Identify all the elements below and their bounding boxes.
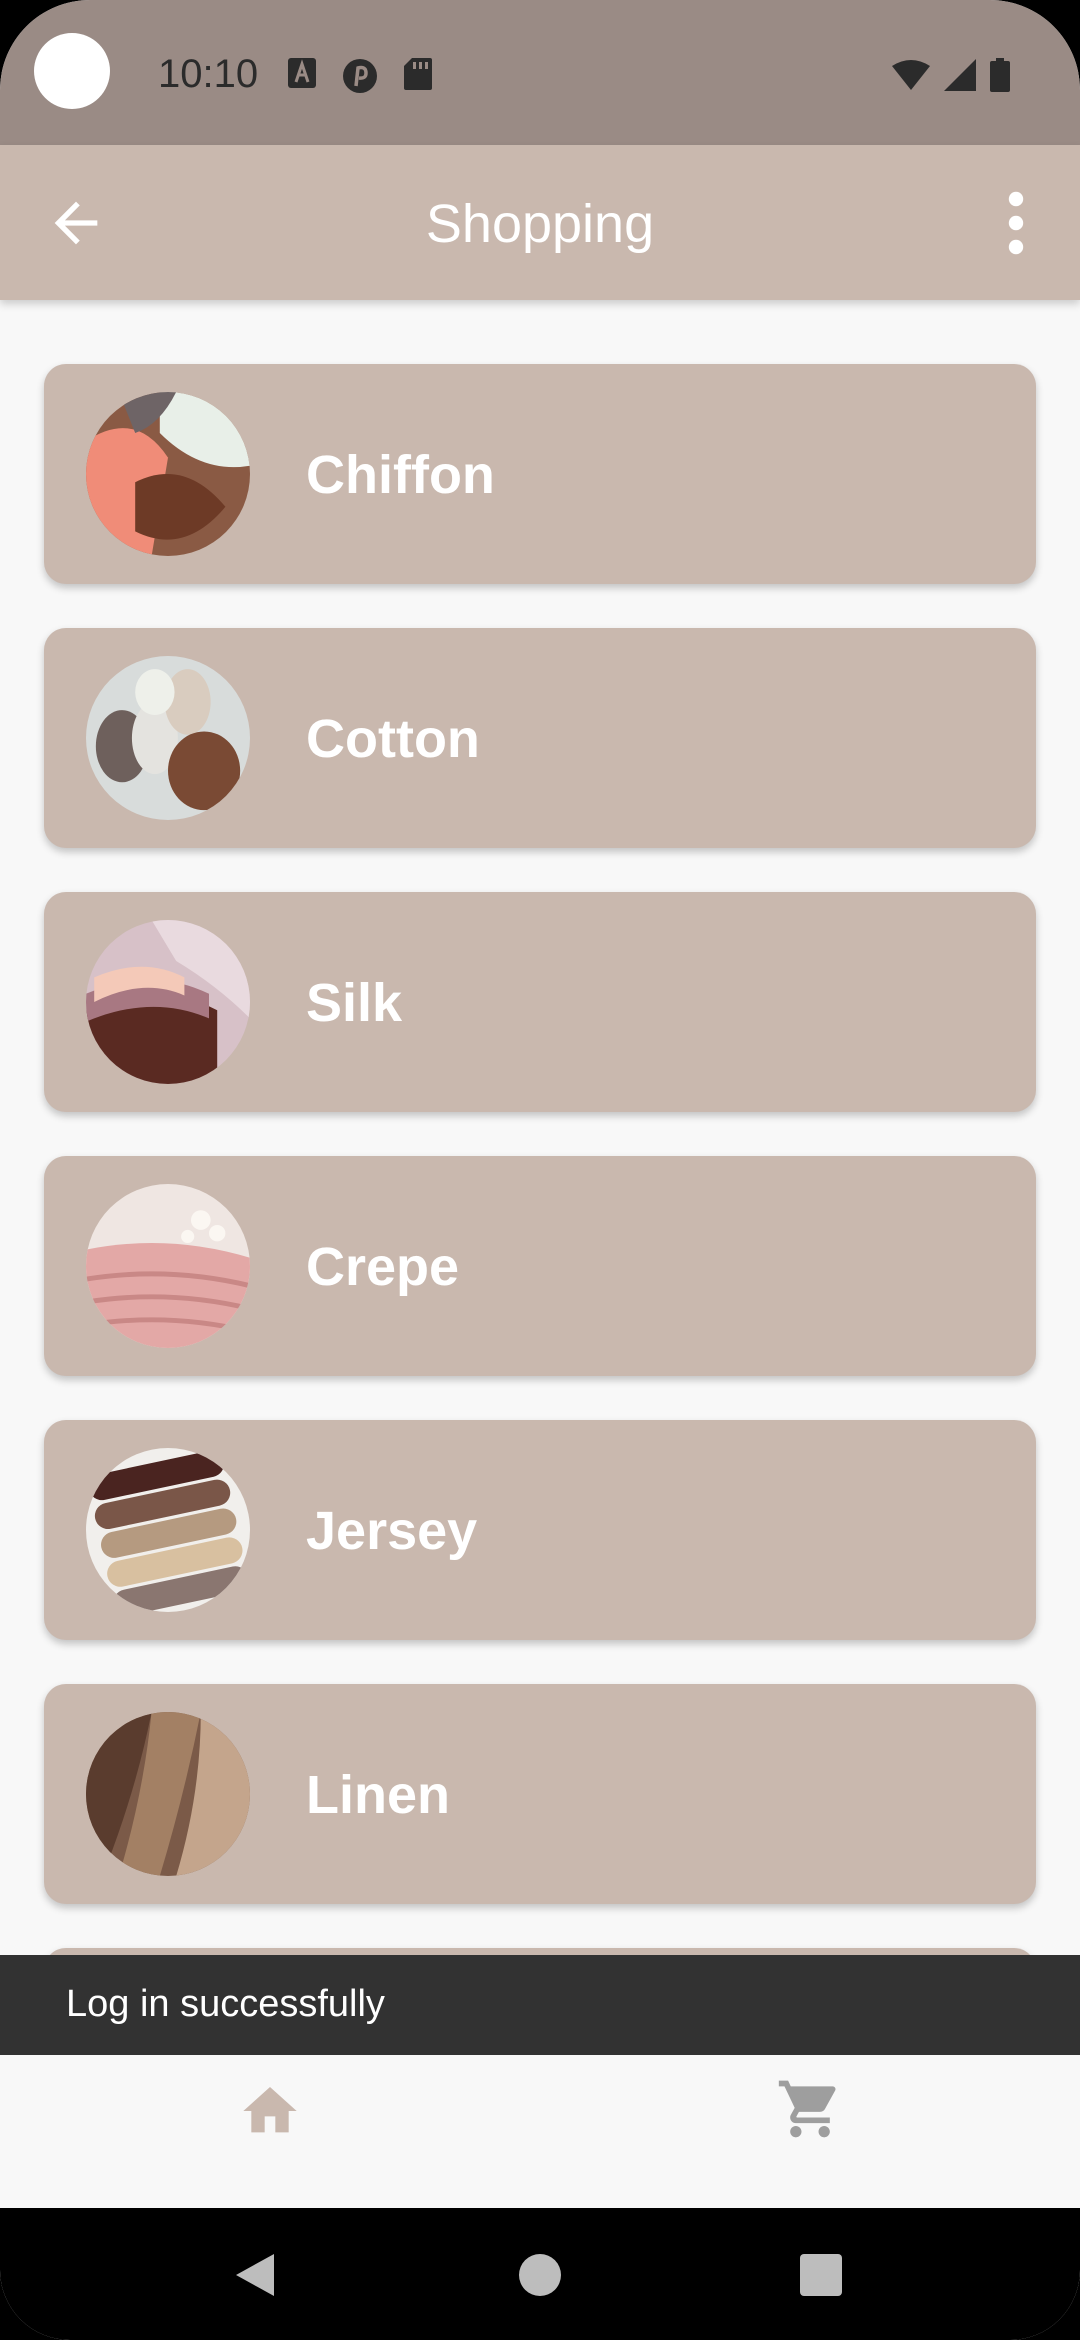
- signal-icon: [944, 59, 976, 91]
- status-bar: 10:10: [0, 0, 1080, 145]
- category-card-jersey[interactable]: Jersey: [44, 1420, 1036, 1640]
- more-vert-icon[interactable]: [996, 191, 1036, 255]
- sd-card-icon: [404, 58, 432, 90]
- category-label: Linen: [306, 1765, 450, 1825]
- system-status-icons: [892, 58, 1010, 92]
- category-list: Chiffon Cotton Silk Crepe Jersey Linen: [44, 364, 1036, 1948]
- category-card-crepe[interactable]: Crepe: [44, 1156, 1036, 1376]
- system-navigation-bar: [0, 2208, 1080, 2340]
- cotton-fabric-image: [86, 656, 250, 820]
- system-back-icon[interactable]: [234, 2252, 276, 2298]
- pinterest-icon: [343, 59, 377, 93]
- status-time: 10:10: [158, 52, 259, 96]
- crepe-fabric-image: [86, 1184, 250, 1348]
- category-card-cotton[interactable]: Cotton: [44, 628, 1036, 848]
- battery-icon: [990, 58, 1010, 92]
- snackbar: Log in successfully: [0, 1955, 1080, 2055]
- wifi-icon: [892, 60, 930, 90]
- camera-cutout: [34, 33, 110, 109]
- jersey-fabric-image: [86, 1448, 250, 1612]
- home-icon[interactable]: [238, 2079, 302, 2143]
- category-label: Silk: [306, 973, 403, 1033]
- system-recents-icon[interactable]: [800, 2254, 842, 2296]
- category-label: Cotton: [306, 709, 480, 769]
- system-home-icon[interactable]: [519, 2254, 561, 2296]
- notification-icons: [288, 58, 432, 94]
- category-card-linen[interactable]: Linen: [44, 1684, 1036, 1904]
- category-label: Chiffon: [306, 445, 495, 505]
- category-label: Jersey: [306, 1501, 478, 1561]
- category-label: Crepe: [306, 1237, 460, 1297]
- chiffon-fabric-image: [86, 392, 250, 556]
- text-a-icon: [288, 58, 316, 88]
- cart-icon[interactable]: [776, 2075, 844, 2143]
- category-card-silk[interactable]: Silk: [44, 892, 1036, 1112]
- linen-fabric-image: [86, 1712, 250, 1876]
- app-bar: Shopping: [0, 145, 1080, 300]
- silk-fabric-image: [86, 920, 250, 1084]
- phone-screen: 10:10 Shopping Chiffon Cotton Silk Crepe…: [0, 0, 1080, 2340]
- category-card-chiffon[interactable]: Chiffon: [44, 364, 1036, 584]
- page-title: Shopping: [425, 194, 655, 254]
- snackbar-message: Log in successfully: [66, 1983, 385, 2025]
- bottom-navigation: [0, 2055, 1080, 2208]
